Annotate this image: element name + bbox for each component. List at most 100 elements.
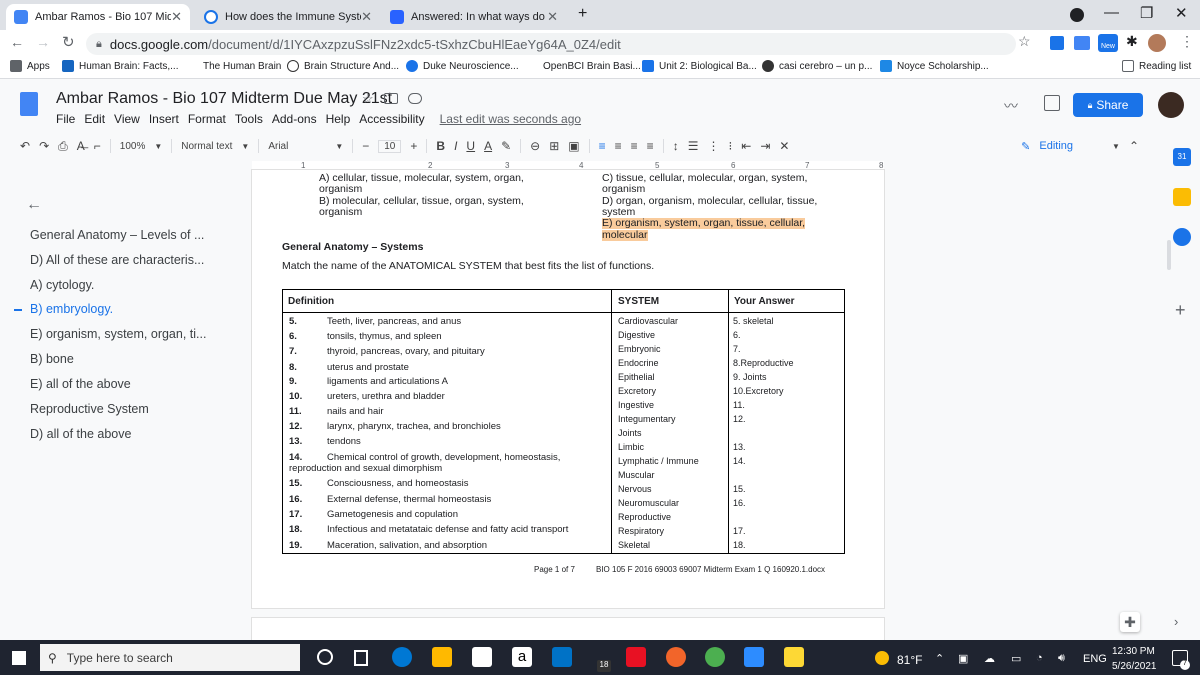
tab-immune-system[interactable]: How does the Immune System in ✕ xyxy=(196,4,380,30)
calendar-icon[interactable]: 31 xyxy=(1173,148,1191,166)
new-tab-button[interactable]: + xyxy=(578,5,587,23)
scrollbar-thumb[interactable] xyxy=(1167,240,1171,270)
bookmark-unit-2[interactable]: Unit 2: Biological Ba... xyxy=(642,60,757,72)
answer-field[interactable]: 9. Joints xyxy=(733,372,767,383)
reload-icon[interactable]: ↻ xyxy=(62,33,75,51)
menu-file[interactable]: File xyxy=(56,112,75,126)
profile-circle-icon[interactable] xyxy=(1070,8,1084,22)
tasks-icon[interactable] xyxy=(1173,228,1191,246)
language-indicator[interactable]: ENG xyxy=(1083,653,1107,665)
move-folder-icon[interactable] xyxy=(384,93,398,104)
cortana-icon[interactable] xyxy=(317,649,333,665)
omnibox[interactable]: 🔒︎ docs.google.com/document/d/1IYCAxzpzu… xyxy=(86,33,1016,55)
weather-sun-icon[interactable] xyxy=(875,651,889,665)
new-badge[interactable]: New xyxy=(1098,34,1118,52)
tray-app-icon[interactable]: ▣ xyxy=(958,652,968,665)
close-tab-icon[interactable]: ✕ xyxy=(171,9,182,25)
menu-format[interactable]: Format xyxy=(188,112,226,126)
menu-view[interactable]: View xyxy=(114,112,140,126)
line-spacing-icon[interactable]: ↕ xyxy=(673,139,679,153)
bookmark-brain-structure[interactable]: Brain Structure And... xyxy=(287,60,399,72)
activity-trend-icon[interactable]: 〰 xyxy=(1004,96,1018,116)
taskbar-search[interactable]: ⚲ Type here to search xyxy=(40,644,300,671)
checklist-icon[interactable]: ☰ xyxy=(688,139,699,153)
star-icon[interactable]: ☆ xyxy=(362,91,374,107)
chevron-down-icon[interactable]: ▼ xyxy=(154,142,162,151)
volume-icon[interactable]: 🔊︎ xyxy=(1058,652,1065,665)
edge-icon[interactable] xyxy=(392,647,412,667)
bookmark-human-brain-facts[interactable]: Human Brain: Facts,... xyxy=(62,60,178,72)
cloud-icon[interactable]: ☁ xyxy=(984,652,995,665)
redo-icon[interactable]: ↷ xyxy=(39,139,49,153)
answer-field[interactable]: 10.Excretory xyxy=(733,386,784,397)
increase-font-size-icon[interactable]: + xyxy=(410,139,417,153)
last-edit-link[interactable]: Last edit was seconds ago xyxy=(440,112,581,126)
reading-list-button[interactable]: Reading list xyxy=(1122,60,1191,72)
microsoft-store-icon[interactable] xyxy=(472,647,492,667)
answer-field[interactable]: 12. xyxy=(733,414,746,425)
explore-button[interactable]: ✚ xyxy=(1120,612,1140,632)
undo-icon[interactable]: ↶ xyxy=(20,139,30,153)
answer-field[interactable]: 17. xyxy=(733,526,746,537)
bulleted-list-icon[interactable]: ⁝ xyxy=(728,139,732,153)
file-explorer-icon[interactable] xyxy=(432,647,452,667)
answer-field[interactable]: 13. xyxy=(733,442,746,453)
user-avatar[interactable] xyxy=(1158,92,1184,118)
forward-arrow-icon[interactable]: → xyxy=(36,34,50,50)
outline-item-active[interactable]: B) embryology. xyxy=(30,302,113,316)
outline-item[interactable]: D) all of the above xyxy=(30,427,131,441)
windows-start-icon[interactable] xyxy=(12,651,26,665)
keep-icon[interactable] xyxy=(1173,188,1191,206)
outline-item[interactable]: A) cytology. xyxy=(30,278,94,292)
bookmark-star-icon[interactable]: ☆ xyxy=(1018,33,1031,50)
bold-icon[interactable]: B xyxy=(436,139,445,153)
answer-field[interactable]: 6. xyxy=(733,330,741,341)
clock-date[interactable]: 5/26/2021 xyxy=(1112,661,1157,672)
share-button[interactable]: 🔒︎ Share xyxy=(1073,93,1143,117)
wifi-icon[interactable]: ◔ xyxy=(1036,652,1043,664)
chrome-icon[interactable] xyxy=(705,647,725,667)
underline-icon[interactable]: U xyxy=(466,139,475,153)
app-icon[interactable] xyxy=(666,647,686,667)
zoom-select[interactable]: 100% xyxy=(120,141,146,152)
editing-mode-select[interactable]: Editing xyxy=(1039,140,1073,152)
restore-icon[interactable]: ❐ xyxy=(1140,4,1153,22)
style-select[interactable]: Normal text xyxy=(181,141,232,152)
translate-extension-icon[interactable] xyxy=(1074,36,1090,50)
document-title[interactable]: Ambar Ramos - Bio 107 Midterm Due May 21… xyxy=(56,90,392,108)
bookmark-openbci[interactable]: OpenBCI Brain Basi... xyxy=(526,60,641,72)
clock-time[interactable]: 12:30 PM xyxy=(1112,646,1155,657)
italic-icon[interactable]: I xyxy=(454,139,457,153)
bookmark-the-human-brain[interactable]: The Human Brain xyxy=(186,60,281,72)
menu-addons[interactable]: Add-ons xyxy=(272,112,317,126)
back-arrow-icon[interactable]: ← xyxy=(10,34,24,50)
collapse-chevron-up-icon[interactable]: ⌃ xyxy=(1129,139,1139,153)
align-center-icon[interactable]: ≡ xyxy=(615,139,622,153)
clear-formatting-icon[interactable]: ✕ xyxy=(779,139,789,153)
insert-image-icon[interactable]: ▣ xyxy=(568,139,579,153)
insert-link-icon[interactable]: ⊖ xyxy=(530,139,540,153)
align-justify-icon[interactable]: ≡ xyxy=(647,139,654,153)
align-right-icon[interactable]: ≡ xyxy=(631,139,638,153)
bookmark-casi-cerebro[interactable]: casi cerebro – un p... xyxy=(762,60,872,72)
chevron-down-icon[interactable]: ▼ xyxy=(241,142,249,151)
add-ons-plus-icon[interactable]: + xyxy=(1175,300,1186,321)
answer-field[interactable]: 15. xyxy=(733,484,746,495)
close-outline-arrow-icon[interactable]: ← xyxy=(26,196,42,214)
outline-item[interactable]: General Anatomy – Levels of ... xyxy=(30,228,204,242)
menu-edit[interactable]: Edit xyxy=(84,112,105,126)
outline-item[interactable]: E) all of the above xyxy=(30,377,131,391)
battery-icon[interactable]: ▭ xyxy=(1011,652,1021,665)
office-icon[interactable] xyxy=(626,647,646,667)
answer-field[interactable]: 14. xyxy=(733,456,746,467)
answer-field[interactable]: 18. xyxy=(733,540,746,551)
sticky-notes-icon[interactable] xyxy=(784,647,804,667)
decrease-indent-icon[interactable]: ⇤ xyxy=(741,139,751,153)
profile-avatar[interactable] xyxy=(1148,34,1166,52)
docs-logo-icon[interactable] xyxy=(20,92,38,116)
numbered-list-icon[interactable]: ⋮ xyxy=(707,139,719,153)
mail-icon[interactable] xyxy=(552,647,572,667)
comments-icon[interactable] xyxy=(1044,95,1060,111)
menu-help[interactable]: Help xyxy=(326,112,351,126)
outline-item[interactable]: B) bone xyxy=(30,352,74,366)
